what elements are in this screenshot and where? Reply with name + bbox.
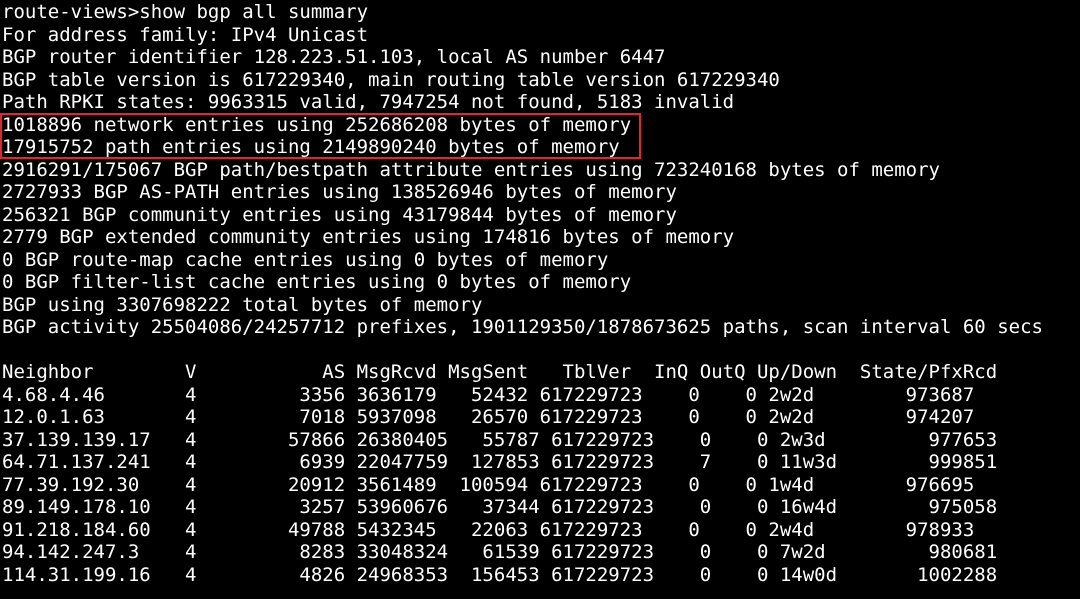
router-identifier-line: BGP router identifier 128.223.51.103, lo… [2, 46, 666, 68]
neighbor-row: 37.139.139.17 4 57866 26380405 55787 617… [2, 428, 998, 451]
neighbor-row: 64.71.137.241 4 6939 22047759 127853 617… [2, 451, 998, 473]
neighbor-row: 114.31.199.16 4 4826 24968353 156453 617… [2, 563, 998, 586]
bgp-activity-line: BGP activity 25504086/24257712 prefixes,… [2, 316, 1043, 338]
rpki-states-line: Path RPKI states: 9963315 valid, 7947254… [2, 91, 735, 113]
extended-community-line: 2779 BGP extended community entries usin… [2, 226, 735, 248]
neighbor-row: 94.142.247.3 4 8283 33048324 61539 61722… [2, 541, 998, 563]
neighbor-row: 4.68.4.46 4 3356 3636179 52432 617229723… [2, 383, 975, 406]
neighbor-row: 77.39.192.30 4 20912 3561489 100594 6172… [2, 473, 975, 496]
table-version-line: BGP table version is 617229340, main rou… [2, 68, 780, 91]
community-entries-line: 256321 BGP community entries using 43179… [2, 203, 677, 226]
neighbor-row: 89.149.178.10 4 3257 53960676 37344 6172… [2, 496, 998, 518]
attribute-entries-line: 2916291/175067 BGP path/bestpath attribu… [2, 158, 940, 181]
neighbor-row: 91.218.184.60 4 49788 5432345 22063 6172… [2, 518, 975, 541]
filter-list-cache-line: 0 BGP filter-list cache entries using 0 … [2, 271, 632, 293]
total-memory-line: BGP using 3307698222 total bytes of memo… [2, 293, 483, 316]
neighbor-row: 12.0.1.63 4 7018 5937098 26570 617229723… [2, 406, 975, 428]
terminal-window[interactable]: route-views>show bgp all summary For add… [0, 0, 1080, 599]
neighbor-table-header: Neighbor V AS MsgRcvd MsgSent TblVer InQ… [2, 361, 998, 383]
address-family-line: For address family: IPv4 Unicast [2, 23, 369, 46]
command-line: route-views>show bgp all summary [2, 1, 369, 23]
path-entries-line: 17915752 path entries using 2149890240 b… [2, 136, 620, 158]
route-map-cache-line: 0 BGP route-map cache entries using 0 by… [2, 248, 609, 271]
as-path-entries-line: 2727933 BGP AS-PATH entries using 138526… [2, 181, 677, 203]
network-entries-line: 1018896 network entries using 252686208 … [2, 113, 632, 136]
